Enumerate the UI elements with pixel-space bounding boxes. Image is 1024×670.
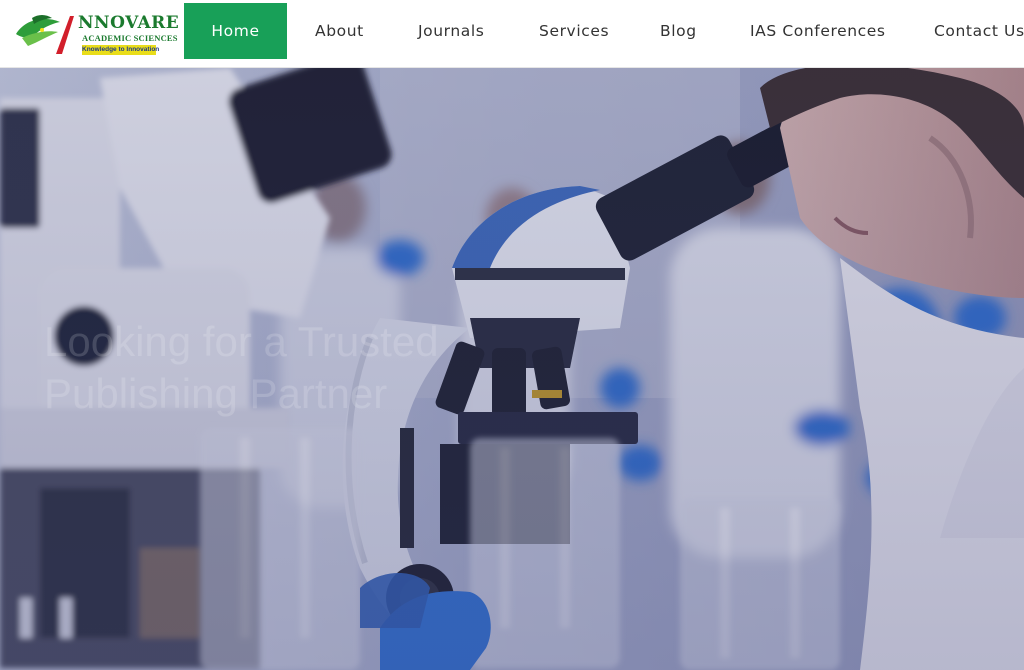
nav-journals[interactable]: Journals <box>418 3 484 59</box>
nav-about[interactable]: About <box>315 3 364 59</box>
nav-contact-us[interactable]: Contact Us <box>934 3 1024 59</box>
hero-headline: Looking for a Trusted Publishing Partner <box>44 316 439 420</box>
hero-headline-line-1: Looking for a Trusted <box>44 318 439 365</box>
nav-home[interactable]: Home <box>184 3 287 59</box>
nav-services[interactable]: Services <box>539 3 609 59</box>
main-nav: Home About Journals Services Blog IAS Co… <box>0 0 1024 67</box>
nav-blog[interactable]: Blog <box>660 3 697 59</box>
nav-ias-conferences[interactable]: IAS Conferences <box>750 3 886 59</box>
site-header: NNOVARE ACADEMIC SCIENCES Knowledge to I… <box>0 0 1024 68</box>
hero-banner: Looking for a Trusted Publishing Partner <box>0 68 1024 670</box>
hero-headline-line-2: Publishing Partner <box>44 370 388 417</box>
